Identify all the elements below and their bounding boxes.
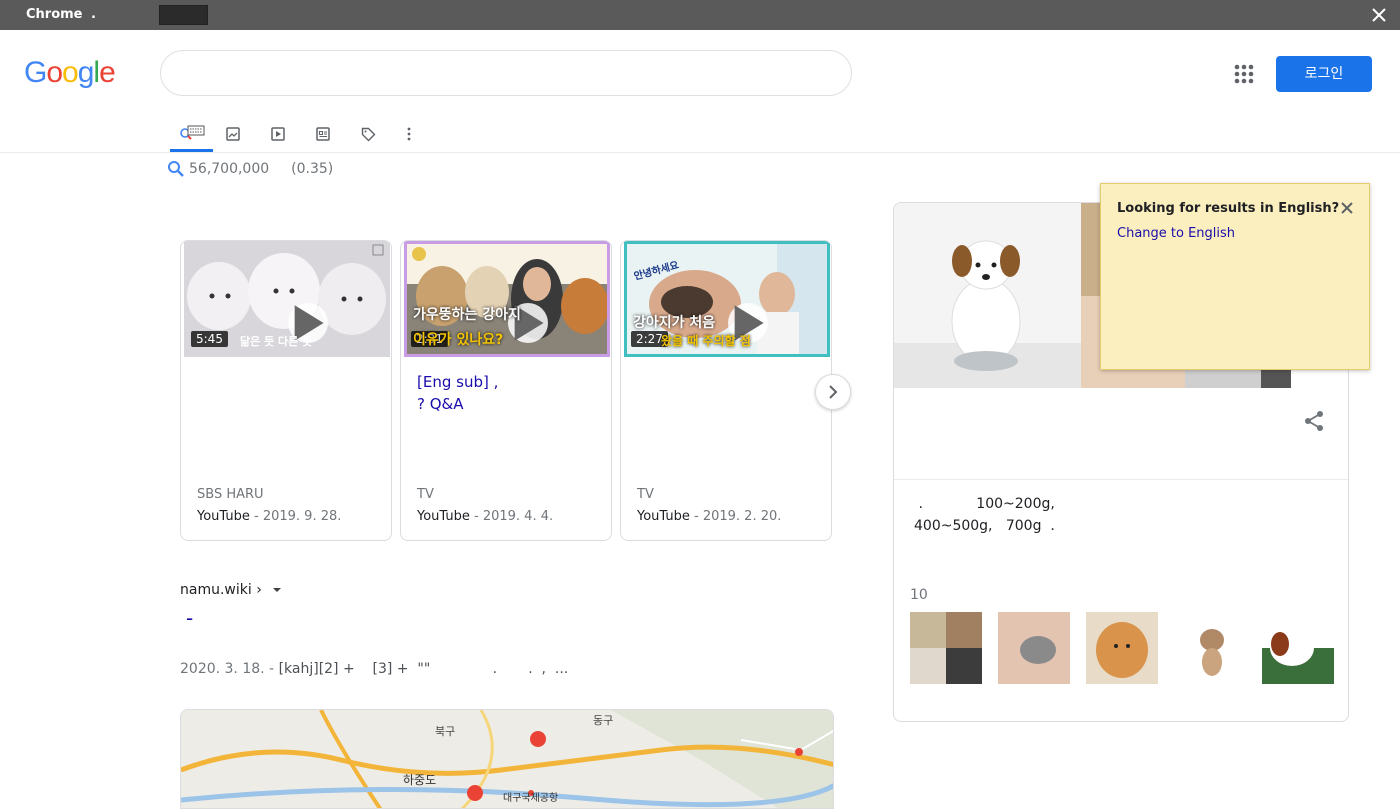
logo-letter: o bbox=[46, 56, 63, 89]
tab-shopping[interactable] bbox=[353, 116, 383, 152]
video-card[interactable]: 5:45 닮은 듯 다른 듯 SBS HARU YouTube - 2019. … bbox=[180, 240, 392, 541]
map-label: 하중도 bbox=[403, 773, 436, 787]
result-text: [kahj][2] + [3] + "" . . , ... bbox=[278, 661, 569, 677]
video-meta: YouTube - 2019. 9. 28. bbox=[197, 509, 341, 524]
search-keyboard-icon bbox=[179, 125, 204, 140]
image-icon bbox=[226, 127, 240, 141]
related-image[interactable] bbox=[1174, 612, 1246, 684]
logo-letter: g bbox=[77, 56, 95, 89]
chevron-right-icon bbox=[829, 385, 838, 399]
video-title[interactable]: [Eng sub] ,? Q&A bbox=[417, 371, 597, 415]
video-date: - 2019. 4. 4. bbox=[469, 509, 554, 524]
video-thumbnail[interactable]: 2:31 가우뚱하는 강아지 이유가 있나요? bbox=[404, 241, 610, 357]
tag-icon bbox=[361, 127, 375, 141]
browser-titlebar: Chrome . bbox=[0, 0, 1400, 30]
result-time: (0.35) bbox=[291, 161, 334, 177]
video-date: - 2019. 9. 28. bbox=[249, 509, 342, 524]
result-stats: 56,700,000 (0.35) bbox=[167, 160, 333, 178]
thumbnail-caption: 강아지가 처음 bbox=[633, 315, 716, 331]
carousel-next-button[interactable] bbox=[815, 374, 851, 410]
caret-down-icon[interactable] bbox=[272, 585, 282, 595]
notice-question: Looking for results in English? bbox=[1117, 201, 1340, 216]
language-notification: Looking for results in English? Change t… bbox=[1100, 183, 1370, 370]
result-breadcrumb[interactable]: namu.wiki › bbox=[180, 582, 282, 598]
video-site: YouTube bbox=[417, 509, 470, 524]
change-language-link[interactable]: Change to English bbox=[1117, 226, 1235, 241]
related-image[interactable] bbox=[1086, 612, 1158, 684]
news-icon bbox=[316, 127, 330, 141]
close-icon[interactable] bbox=[1369, 5, 1389, 25]
video-site: YouTube bbox=[637, 509, 690, 524]
related-image[interactable] bbox=[1262, 612, 1334, 684]
result-date: 2020. 3. 18. - bbox=[180, 661, 279, 677]
result-title[interactable]: - bbox=[186, 606, 193, 630]
search-input[interactable] bbox=[160, 50, 852, 96]
dog-image[interactable] bbox=[894, 203, 1081, 388]
tab-more[interactable] bbox=[394, 116, 424, 152]
video-card[interactable]: 2:27 안녕하세요 강아지가 처음 왔을 때 주의할 점 TV YouTube… bbox=[620, 240, 832, 541]
title-dot: . bbox=[91, 7, 96, 22]
video-channel: TV bbox=[637, 487, 654, 502]
thumbnail-caption: 왔을 때 주의할 점 bbox=[661, 334, 751, 348]
tab-videos[interactable] bbox=[263, 116, 293, 152]
redacted-tab bbox=[159, 5, 208, 25]
map-label: 동구 bbox=[593, 714, 613, 727]
video-channel: SBS HARU bbox=[197, 487, 264, 502]
tab-all[interactable] bbox=[170, 116, 213, 152]
tab-images[interactable] bbox=[218, 116, 248, 152]
video-card[interactable]: 2:31 가우뚱하는 강아지 이유가 있나요? [Eng sub] ,? Q&A… bbox=[400, 240, 612, 541]
result-count: 56,700,000 bbox=[189, 161, 270, 177]
thumbnail-caption: 이유가 있나요? bbox=[413, 332, 504, 348]
video-duration: 5:45 bbox=[191, 331, 228, 347]
map-label: 대구국제공항 bbox=[503, 792, 558, 804]
panel-description: . 100~200g, 400~500g, 700g . bbox=[914, 496, 1055, 534]
related-image[interactable] bbox=[910, 612, 982, 684]
search-icon bbox=[168, 161, 184, 177]
video-meta: YouTube - 2019. 4. 4. bbox=[417, 509, 553, 524]
more-vertical-icon bbox=[407, 127, 411, 141]
header-divider bbox=[0, 152, 1400, 153]
app-name: Chrome bbox=[26, 7, 83, 22]
logo-letter: G bbox=[24, 56, 47, 89]
logo-letter: e bbox=[99, 56, 116, 89]
logo-letter: o bbox=[62, 56, 79, 89]
signin-button[interactable]: 로그인 bbox=[1276, 56, 1372, 92]
google-logo[interactable]: Google bbox=[24, 56, 116, 90]
video-meta: YouTube - 2019. 2. 20. bbox=[637, 509, 781, 524]
share-icon[interactable] bbox=[1302, 409, 1326, 433]
thumbnail-caption: 가우뚱하는 강아지 bbox=[413, 307, 521, 323]
close-icon[interactable] bbox=[1339, 200, 1355, 216]
tab-news[interactable] bbox=[308, 116, 338, 152]
video-date: - 2019. 2. 20. bbox=[689, 509, 782, 524]
map-label: 북구 bbox=[435, 725, 455, 738]
map-preview[interactable]: 북구 동구 하중도 대구국제공항 bbox=[180, 709, 834, 809]
dog-image[interactable] bbox=[1081, 203, 1101, 296]
video-site: YouTube bbox=[197, 509, 250, 524]
panel-divider bbox=[894, 479, 1348, 480]
apps-grid-icon[interactable] bbox=[1233, 63, 1255, 85]
thumbnail-caption: 닮은 듯 다른 듯 bbox=[240, 335, 313, 348]
video-thumbnail[interactable]: 2:27 안녕하세요 강아지가 처음 왔을 때 주의할 점 bbox=[624, 241, 830, 357]
result-url: namu.wiki › bbox=[180, 582, 262, 598]
video-thumbnail[interactable]: 5:45 닮은 듯 다른 듯 bbox=[184, 241, 390, 357]
video-icon bbox=[271, 127, 285, 141]
related-image[interactable] bbox=[998, 612, 1070, 684]
images-count: 10 bbox=[910, 587, 928, 603]
result-snippet: 2020. 3. 18. - [kahj][2] + [3] + "" . . … bbox=[180, 661, 568, 677]
video-channel: TV bbox=[417, 487, 434, 502]
